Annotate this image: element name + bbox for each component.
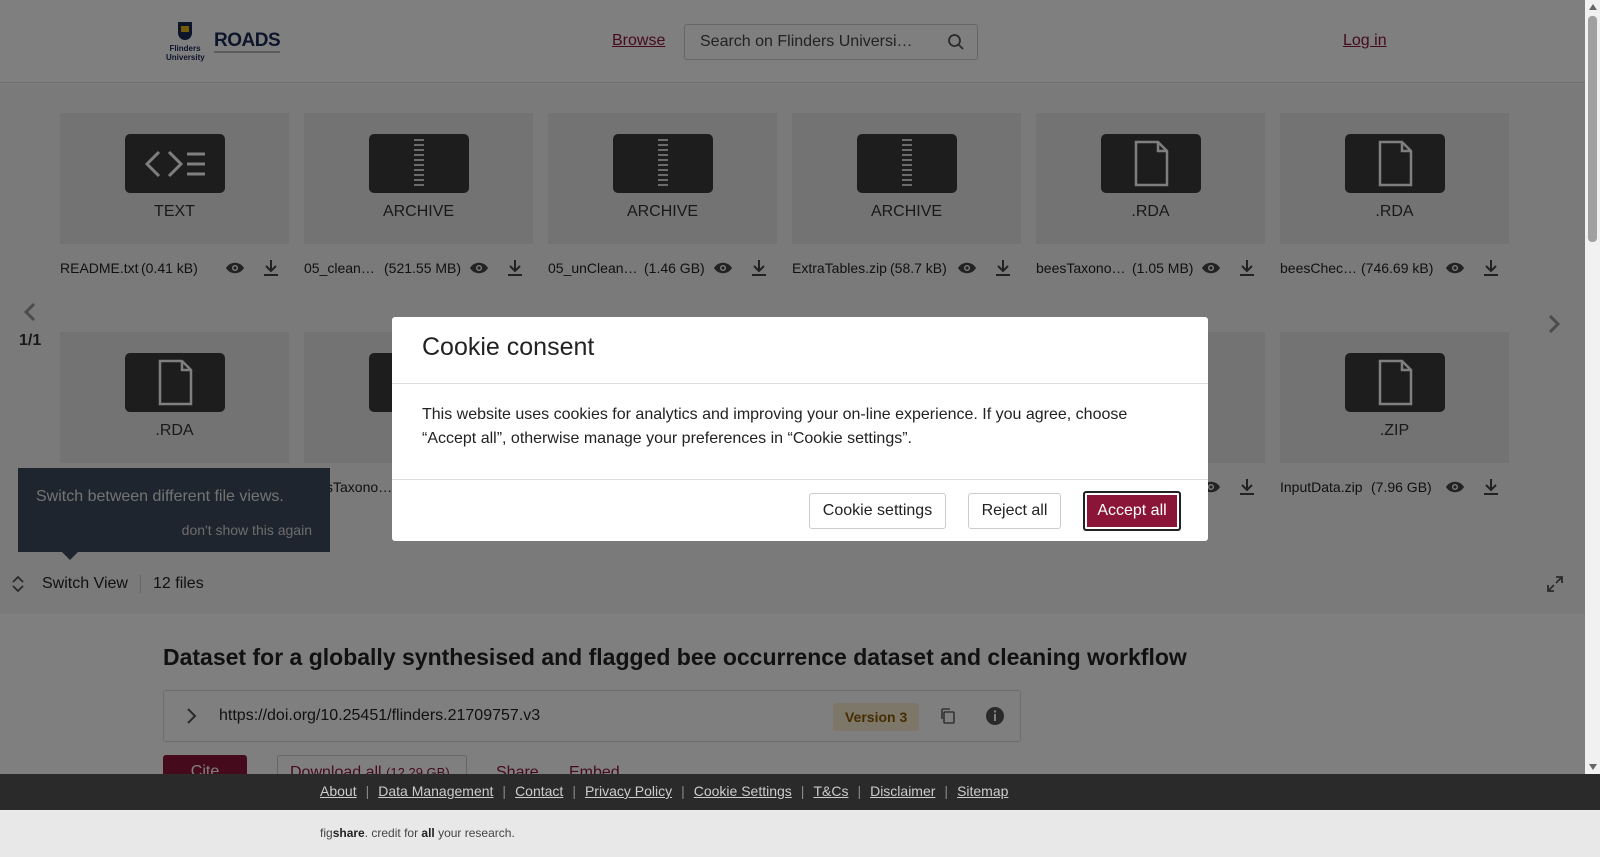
divider [392, 383, 1208, 384]
footer-nav: About | Data Management | Contact | Privacy Po… [0, 774, 1600, 810]
footer-link-tcs[interactable]: T&Cs [813, 783, 848, 799]
footer-link-data-management[interactable]: Data Management [378, 783, 493, 799]
footer-link-sitemap[interactable]: Sitemap [957, 783, 1008, 799]
divider [392, 479, 1208, 480]
footer-link-cookie-settings[interactable]: Cookie Settings [694, 783, 792, 799]
figshare-credit[interactable]: figshare. credit for all your research. [320, 826, 515, 840]
cookie-settings-button[interactable]: Cookie settings [809, 493, 946, 529]
accept-all-button[interactable]: Accept all [1083, 491, 1181, 531]
footer-link-disclaimer[interactable]: Disclaimer [870, 783, 935, 799]
cookie-consent-dialog: Cookie consent This website uses cookies… [392, 317, 1208, 541]
dialog-body: This website uses cookies for analytics … [422, 406, 1128, 447]
scrollbar-thumb[interactable] [1588, 16, 1597, 242]
reject-all-button[interactable]: Reject all [968, 493, 1061, 529]
footer-link-about[interactable]: About [320, 783, 357, 799]
footer-link-privacy[interactable]: Privacy Policy [585, 783, 672, 799]
scroll-down-icon[interactable] [1589, 764, 1597, 770]
scrollbar[interactable] [1585, 0, 1600, 774]
dialog-title: Cookie consent [422, 333, 595, 361]
scroll-up-icon[interactable] [1589, 4, 1597, 10]
footer-link-contact[interactable]: Contact [515, 783, 563, 799]
footer-credit-bar: figshare. credit for all your research. [0, 810, 1600, 857]
footer-links: About | Data Management | Contact | Privacy Po… [320, 783, 1009, 799]
